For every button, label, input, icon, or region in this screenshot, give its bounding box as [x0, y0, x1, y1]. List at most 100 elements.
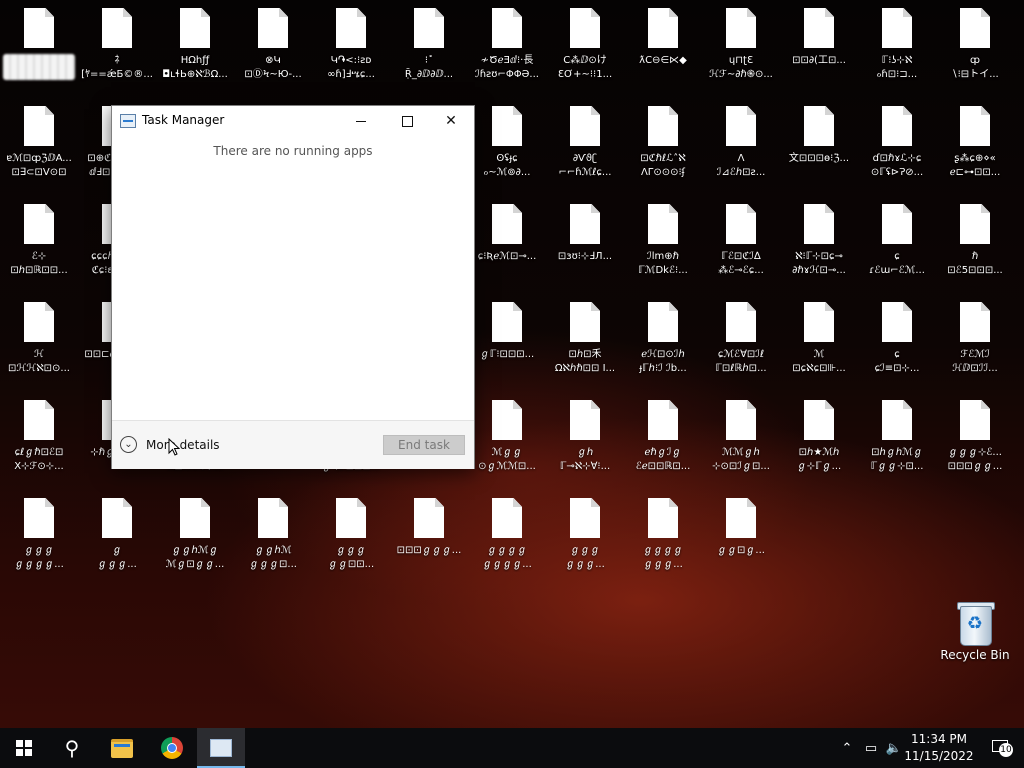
maximize-button[interactable] — [384, 106, 430, 136]
file-icon — [882, 302, 912, 342]
search-button[interactable]: ⚲ — [48, 728, 96, 768]
desktop-file-icon[interactable] — [0, 8, 78, 100]
desktop-file-label: ℊℊℎℳ — [254, 545, 292, 556]
desktop-file-icon[interactable]: ﾈ [ﾔ==ǽƂ©®... — [78, 8, 156, 100]
desktop-file-icon[interactable]: ℊℊℊℊ ℊℊℊℊ... — [468, 498, 546, 590]
desktop-file-icon[interactable]: Λ ℐ⊿ℰℎ⊡ƨ... — [702, 106, 780, 198]
clock[interactable]: 11:34 PM 11/15/2022 — [900, 731, 978, 765]
desktop-file-icon[interactable]: ℊ ℊℊℊ... — [78, 498, 156, 590]
desktop-file-icon[interactable]: ℊℎ ℾ⊸ℵ⊹∀⁝... — [546, 400, 624, 492]
file-icon — [24, 302, 54, 342]
desktop-file-label: ﾈ — [114, 55, 120, 66]
chrome-icon — [161, 737, 183, 759]
desktop-file-icon[interactable]: ʘʢɟɕ ℴ~ℳ⊚∂... — [468, 106, 546, 198]
desktop-file-label: ℊℾ⁝⊡⊡⊡... — [479, 349, 535, 360]
desktop-file-icon[interactable]: ʂ⁂ɕ⊕⋄« ℯ⊏⊶⊡⊡... — [936, 106, 1014, 198]
desktop-file-icon[interactable]: ℊℊℊ ℊℊ⊡⊡... — [312, 498, 390, 590]
task-manager-window[interactable]: Task Manager ✕ There are no running apps… — [111, 105, 475, 469]
desktop-file-label: ℾℰ⊡ℭℐ∆ — [721, 251, 761, 262]
desktop-file-icon[interactable]: ℊℊℊℊℊℊℊ... — [624, 498, 702, 590]
notification-center-button[interactable]: 10 — [980, 728, 1020, 768]
desktop-file-icon[interactable]: ℳℊℊ ⊙ℊℳℳ⊡... — [468, 400, 546, 492]
desktop-file-icon[interactable]: ɥ⊓ʈƐ ℋℱ∼∂ℏ֍⊙... — [702, 8, 780, 100]
desktop-file-icon[interactable]: ɕℳℰ∀⊡ℐℓ ℾ⊡ℓℝℎ⊡... — [702, 302, 780, 394]
chevron-up-icon: ⌃ — [841, 740, 853, 756]
taskbar-file-explorer[interactable] — [98, 728, 146, 768]
taskbar-chrome[interactable] — [148, 728, 196, 768]
desktop-file-label: ℯℋ⊡⊙ℐℎ — [641, 349, 685, 360]
close-button[interactable]: ✕ — [428, 106, 474, 136]
desktop-file-icon[interactable]: ɕ ɾℰɯ⌐ℰℳ... — [858, 204, 936, 296]
chevron-down-icon[interactable]: ⌄ — [120, 436, 137, 453]
desktop-file-icon[interactable]: ℊℾ⁝⊡⊡⊡... — [468, 302, 546, 394]
desktop-file-icon[interactable]: ℰ⊹ ⊡ℎ⊡ℝ⊡⊡... — [0, 204, 78, 296]
desktop-file-icon[interactable]: ℊℊ⊡ℊ... — [702, 498, 780, 590]
desktop-file-icon[interactable]: ɕℓℊℏ⊡ℰ⊡ X⊹ℱ⊙⊹... — [0, 400, 78, 492]
desktop-file-label: ⊡ℎ⊡ℝ⊡⊡... — [10, 265, 68, 276]
desktop-file-icon[interactable]: ⊡ℎ⊡禾 Ωℵℎℏ⊡⊡ I... — [546, 302, 624, 394]
desktop-file-icon[interactable]: Կ֏<:⁝ƨᴅ ∞ɦ]Ⅎሤɕ... — [312, 8, 390, 100]
desktop-file-label: ɕℳℰ∀⊡ℐℓ — [717, 349, 765, 360]
desktop-file-icon[interactable]: ℱℰℳℐ ℋⅅ⊡ℐℐ... — [936, 302, 1014, 394]
desktop-file-icon[interactable]: ɐℳ⊡ȹℨⅅA... ⊡∃⊂⊡V⊙⊡ — [0, 106, 78, 198]
desktop-file-icon[interactable]: 文⊡⊡⊡ɵ⁝ℨ... — [780, 106, 858, 198]
desktop-file-icon[interactable]: ℳℳℊℎ ⊹⊙⊡ℐℊ⊡... — [702, 400, 780, 492]
folder-icon — [111, 738, 133, 758]
desktop-file-icon[interactable]: ℊℊℊℊℊℊℊ... — [0, 498, 78, 590]
desktop-file-icon[interactable]: ℐlm⊕ℏ ℾℳDkℰ⁝... — [624, 204, 702, 296]
desktop-file-label: [ﾔ==ǽƂ©®... — [81, 69, 153, 80]
desktop-file-icon[interactable]: ℯℋ⊡⊙ℐℎ ɟℾℎ⁝ℐ ℐb... — [624, 302, 702, 394]
desktop-file-icon[interactable]: ℋ ⊡ℋℋℵ⊡⊙... — [0, 302, 78, 394]
desktop-file-icon[interactable]: ƛⅭ⊖∈⋉◆ — [624, 8, 702, 100]
desktop-file-icon[interactable]: ℊℊℎℳ ℊℊℊ⊡... — [234, 498, 312, 590]
more-details-link[interactable]: More details — [146, 438, 220, 452]
desktop-file-label: ⊡ℭℏℓℒ˄ℵ — [640, 153, 686, 164]
minimize-button[interactable] — [338, 106, 384, 136]
desktop-file-icon[interactable]: ℵ⁝ℾ⊹⊡ɕ⊸ ∂ℏɤℋ⊡⊸... — [780, 204, 858, 296]
desktop-file-icon[interactable]: ℯℏℊℐℊ ℰℯ⊡⊡ℝ⊡... — [624, 400, 702, 492]
desktop-file-label: ℊℊℊ... — [565, 559, 605, 570]
desktop-file-icon[interactable]: ℳ ⊡ɕℵɕ⊡⊪... — [780, 302, 858, 394]
desktop-file-icon[interactable]: ⁝˟ Ṝ_∂ⅅ∂ⅅ... — [390, 8, 468, 100]
file-icon — [960, 106, 990, 146]
desktop-file-icon[interactable]: ℾℰ⊡ℭℐ∆ ⁂ℰ⊸ℰɕ... — [702, 204, 780, 296]
desktop-file-icon[interactable]: ɕ⁝Ʀℯℳ⊡⊸... — [468, 204, 546, 296]
desktop-file-label: ℊℊℊℊ... — [14, 559, 64, 570]
desktop-file-icon[interactable]: ɗ⊡ℏɤℒ⊹ɕ ⊙ℾʢ⊳Ɂ⊘... — [858, 106, 936, 198]
show-hidden-icons-button[interactable]: ⌃ — [836, 728, 858, 768]
no-running-apps-message: There are no running apps — [213, 144, 373, 158]
desktop-file-label: ⊡⊡⊡ℊℊ... — [947, 461, 1003, 472]
desktop-file-icon[interactable]: ℊℊℊ ℊℊℊ... — [546, 498, 624, 590]
desktop-file-icon[interactable]: ℊℊℊ⊹ℰ... ⊡⊡⊡ℊℊ... — [936, 400, 1014, 492]
end-task-button[interactable]: End task — [383, 435, 465, 455]
network-button[interactable]: ▭ — [860, 728, 882, 768]
desktop-file-icon[interactable]: ⊡ℭℏℓℒ˄ℵ ΛΓ⊙⊙⊙⁝ʄ — [624, 106, 702, 198]
desktop-file-icon[interactable]: ℏ ⊡ℰ5⊡⊡⊡... — [936, 204, 1014, 296]
file-icon — [24, 8, 54, 48]
desktop-file-label: ℵ⁝ℾ⊹⊡ɕ⊸ — [795, 251, 843, 262]
clock-time: 11:34 PM — [911, 732, 967, 746]
desktop-file-label: ℾ⁝ʖ⊹ℵ — [881, 55, 913, 66]
desktop-file-icon[interactable]: ⊗Կ ⊡ⒹϞ~Ю-... — [234, 8, 312, 100]
desktop-file-icon[interactable]: ɕ ɕℐ≡⊡⊹... — [858, 302, 936, 394]
desktop-file-label: ɥ⊓ʈƐ — [728, 55, 754, 66]
file-icon — [960, 400, 990, 440]
desktop-file-icon[interactable]: HΩhƒƒ ◘ʟɬЬ⊕ℵℬΩ... — [156, 8, 234, 100]
desktop-file-icon[interactable]: ⊡⊡⊡ℊℊℊ... — [390, 498, 468, 590]
desktop-file-icon[interactable]: ⊡ℎℊℎℳℊ ℾℊℊ⊹⊡... — [858, 400, 936, 492]
file-icon — [570, 302, 600, 342]
file-icon — [804, 8, 834, 48]
desktop-file-icon[interactable]: Ⅽ⁂ⅅ⊙け ƐƠ+∼⁝⁝1... — [546, 8, 624, 100]
title-bar[interactable]: Task Manager ✕ — [112, 106, 474, 136]
desktop-file-icon[interactable]: ≁ԾℯƎⅆ⁝·長 ℐɦƨʊ⌐ΦΦƏ... — [468, 8, 546, 100]
taskbar-task-manager[interactable] — [197, 728, 245, 768]
desktop-file-icon[interactable]: ⊡⊡∂(工⊡... — [780, 8, 858, 100]
desktop-file-icon[interactable]: ℾ⁝ʖ⊹ℵ ℴɦ⊡⁝⊐... — [858, 8, 936, 100]
desktop-file-icon[interactable]: ⊡ɜʊ⁝⊹ℲЛ... — [546, 204, 624, 296]
start-button[interactable] — [0, 728, 48, 768]
desktop-file-icon[interactable]: ∂Ѵϑʗ ⌐⌐ɦℳℓɕ... — [546, 106, 624, 198]
desktop-file-icon[interactable]: ȹ ∖⁝⊟トイ... — [936, 8, 1014, 100]
desktop-file-icon[interactable]: ⊡ℎ★ℳℎ ℊ⊹ℾℊ... — [780, 400, 858, 492]
desktop-file-icon[interactable]: ℊℊℎℳℊ ℳℊ⊡ℊℊ... — [156, 498, 234, 590]
recycle-bin[interactable]: ♻ Recycle Bin — [936, 600, 1014, 692]
